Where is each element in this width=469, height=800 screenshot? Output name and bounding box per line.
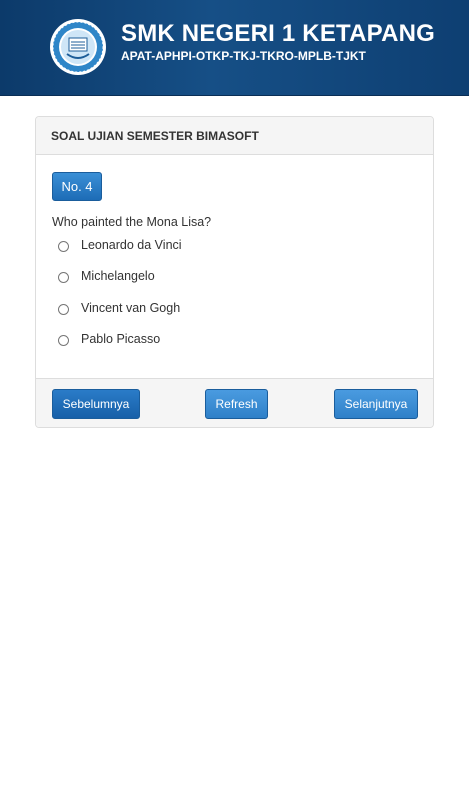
answer-option-label: Leonardo da Vinci xyxy=(81,238,182,252)
previous-button[interactable]: Sebelumnya xyxy=(52,389,140,419)
answer-option[interactable]: Michelangelo xyxy=(58,267,155,287)
question-text: Who painted the Mona Lisa? xyxy=(52,215,212,229)
app-header: SMK NEGERI 1 KETAPANG APAT-APHPI-OTKP-TK… xyxy=(0,0,469,96)
answer-option-label: Michelangelo xyxy=(81,269,155,283)
radio-button[interactable] xyxy=(58,334,69,346)
refresh-button[interactable]: Refresh xyxy=(205,389,268,419)
exam-panel: SOAL UJIAN SEMESTER BIMASOFT No. 4 Who p… xyxy=(35,116,434,428)
answer-option[interactable]: Vincent van Gogh xyxy=(58,299,180,319)
answer-option[interactable]: Pablo Picasso xyxy=(58,330,160,350)
answer-option-label: Pablo Picasso xyxy=(81,332,161,346)
radio-button[interactable] xyxy=(58,303,69,315)
radio-button[interactable] xyxy=(58,240,69,252)
panel-footer: Sebelumnya Refresh Selanjutnya xyxy=(36,378,433,427)
school-name: SMK NEGERI 1 KETAPANG xyxy=(121,20,436,47)
answer-option[interactable]: Leonardo da Vinci xyxy=(58,236,182,256)
exam-title: SOAL UJIAN SEMESTER BIMASOFT xyxy=(51,129,259,143)
school-emblem-icon xyxy=(50,19,106,75)
radio-button[interactable] xyxy=(58,271,69,283)
panel-heading: SOAL UJIAN SEMESTER BIMASOFT xyxy=(36,117,433,155)
next-button[interactable]: Selanjutnya xyxy=(334,389,418,419)
school-programs: APAT-APHPI-OTKP-TKJ-TKRO-MPLB-TJKT xyxy=(121,49,366,63)
answer-option-label: Vincent van Gogh xyxy=(81,301,181,315)
question-number-badge[interactable]: No. 4 xyxy=(52,172,102,201)
